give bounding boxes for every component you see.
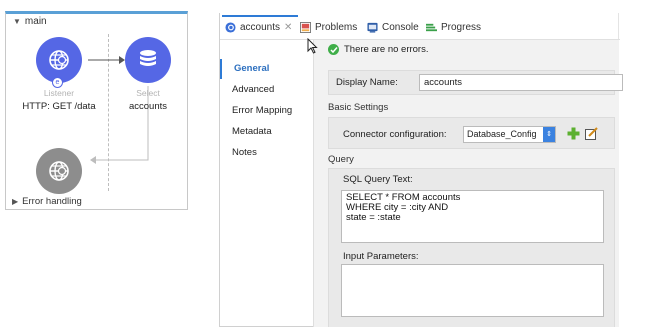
status-message: There are no errors. (328, 44, 428, 55)
general-properties: There are no errors. Display Name: accou… (314, 40, 623, 327)
status-text: There are no errors. (344, 44, 429, 55)
edit-config-icon[interactable] (585, 127, 598, 140)
input-parameters-label: Input Parameters: (343, 251, 419, 262)
nav-notes[interactable]: Notes (220, 143, 313, 163)
expand-triangle-icon[interactable]: ▶ (12, 197, 18, 206)
input-parameters-textarea[interactable] (341, 264, 604, 317)
basic-settings-group: Connector configuration: Database_Config… (328, 117, 615, 149)
nav-error-mapping[interactable]: Error Mapping (220, 101, 313, 121)
http-globe-icon (49, 161, 69, 181)
progress-icon (426, 23, 437, 31)
error-source-node[interactable] (36, 148, 82, 194)
nav-metadata[interactable]: Metadata (220, 122, 313, 142)
query-group: SQL Query Text: SELECT * FROM accounts W… (328, 168, 615, 327)
tab-label: Console (382, 21, 419, 33)
tab-label: accounts (240, 21, 281, 33)
properties-nav: General Advanced Error Mapping Metadata … (220, 40, 314, 327)
error-handling-section[interactable]: ▶ Error handling (12, 196, 82, 207)
select-name-label: accounts (128, 101, 168, 112)
display-name-group: Display Name: accounts (328, 70, 623, 95)
listener-name-label: HTTP: GET /data (22, 101, 96, 112)
display-name-input[interactable]: accounts (419, 74, 623, 91)
connector-config-label: Connector configuration: (343, 129, 447, 140)
connector-config-select[interactable]: Database_Config ⇕ (463, 126, 556, 143)
http-globe-icon (49, 50, 69, 70)
sql-query-textarea[interactable]: SELECT * FROM accounts WHERE city = :cit… (341, 190, 604, 243)
basic-settings-title: Basic Settings (328, 102, 389, 113)
add-config-icon[interactable] (567, 127, 580, 140)
connector-icon (225, 21, 236, 33)
tab-label: Progress (441, 21, 482, 33)
select-type-label: Select (136, 88, 160, 98)
tab-progress[interactable]: Progress (426, 17, 481, 37)
tab-accounts[interactable]: accounts ✕ (222, 15, 298, 37)
tab-bar: accounts ✕ Problems Console Progress (220, 13, 620, 40)
tab-console[interactable]: Console (367, 17, 419, 37)
nav-general[interactable]: General (220, 59, 313, 79)
listener-node[interactable] (36, 37, 82, 83)
select-node[interactable] (125, 37, 171, 83)
mouse-pointer-icon (307, 38, 318, 54)
close-tab-icon[interactable]: ✕ (284, 22, 292, 33)
sql-query-label: SQL Query Text: (343, 174, 413, 185)
error-handling-label: Error handling (22, 196, 82, 207)
database-icon (140, 50, 156, 66)
connector-config-value: Database_Config (467, 129, 537, 139)
select-arrows-icon: ⇕ (543, 127, 555, 142)
properties-editor: accounts ✕ Problems Console Progress Gen… (219, 13, 623, 327)
query-title: Query (328, 154, 354, 165)
source-badge-icon: e (52, 77, 63, 88)
console-icon (367, 22, 378, 33)
tab-problems[interactable]: Problems (300, 17, 357, 37)
tab-label: Problems (315, 21, 358, 33)
listener-type-label: Listener (43, 88, 75, 98)
nav-advanced[interactable]: Advanced (220, 80, 313, 100)
flow-canvas: ▼ main e Listener HTTP: GET /data Select… (5, 11, 188, 210)
problems-icon (300, 21, 311, 33)
display-name-label: Display Name: (336, 77, 398, 88)
check-circle-icon (328, 44, 339, 55)
